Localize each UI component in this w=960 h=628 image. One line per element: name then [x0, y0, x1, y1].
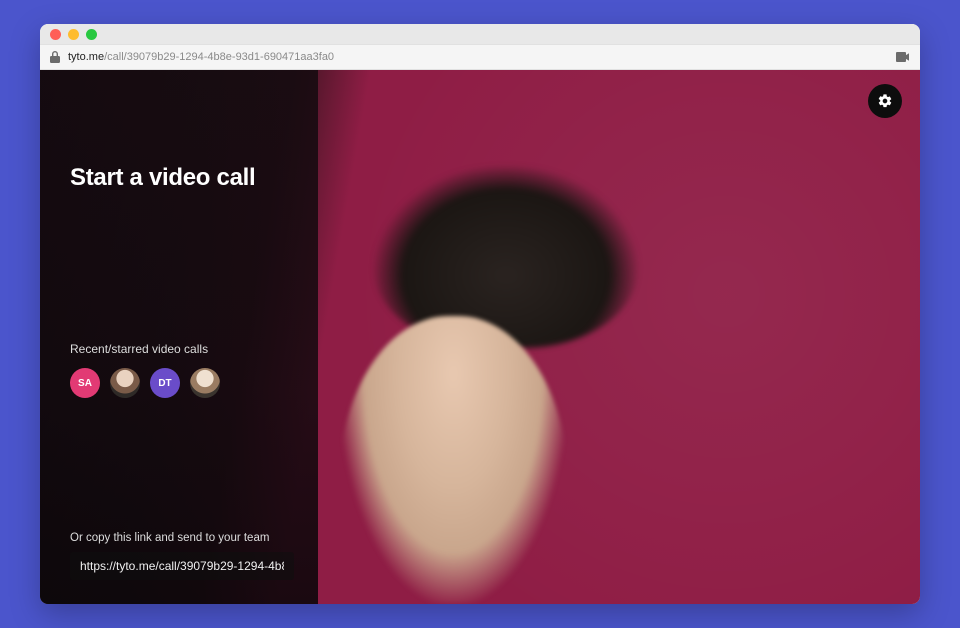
recent-call-avatar[interactable]	[190, 368, 220, 398]
settings-button[interactable]	[868, 84, 902, 118]
url-text: tyto.me/call/39079b29-1294-4b8e-93d1-690…	[68, 51, 888, 63]
recent-call-avatar[interactable]	[110, 368, 140, 398]
recent-calls-avatars: SA DT	[70, 368, 294, 398]
window-minimize-button[interactable]	[68, 29, 79, 40]
browser-window: tyto.me/call/39079b29-1294-4b8e-93d1-690…	[40, 24, 920, 604]
recent-call-avatar[interactable]: SA	[70, 368, 100, 398]
window-close-button[interactable]	[50, 29, 61, 40]
recent-calls-label: Recent/starred video calls	[70, 342, 294, 356]
call-content: Start a video call Recent/starred video …	[40, 70, 920, 604]
url-path: /call/39079b29-1294-4b8e-93d1-690471aa3f…	[104, 51, 334, 63]
window-titlebar	[40, 24, 920, 44]
camera-icon[interactable]	[896, 52, 910, 62]
recent-call-avatar[interactable]: DT	[150, 368, 180, 398]
browser-url-bar[interactable]: tyto.me/call/39079b29-1294-4b8e-93d1-690…	[40, 44, 920, 70]
call-link-field[interactable]	[70, 552, 294, 580]
lock-icon	[50, 51, 60, 63]
copy-link-label: Or copy this link and send to your team	[70, 532, 294, 544]
url-domain: tyto.me	[68, 51, 104, 63]
start-call-panel: Start a video call Recent/starred video …	[40, 70, 318, 604]
gear-icon	[877, 93, 893, 109]
window-zoom-button[interactable]	[86, 29, 97, 40]
panel-title: Start a video call	[70, 164, 294, 192]
